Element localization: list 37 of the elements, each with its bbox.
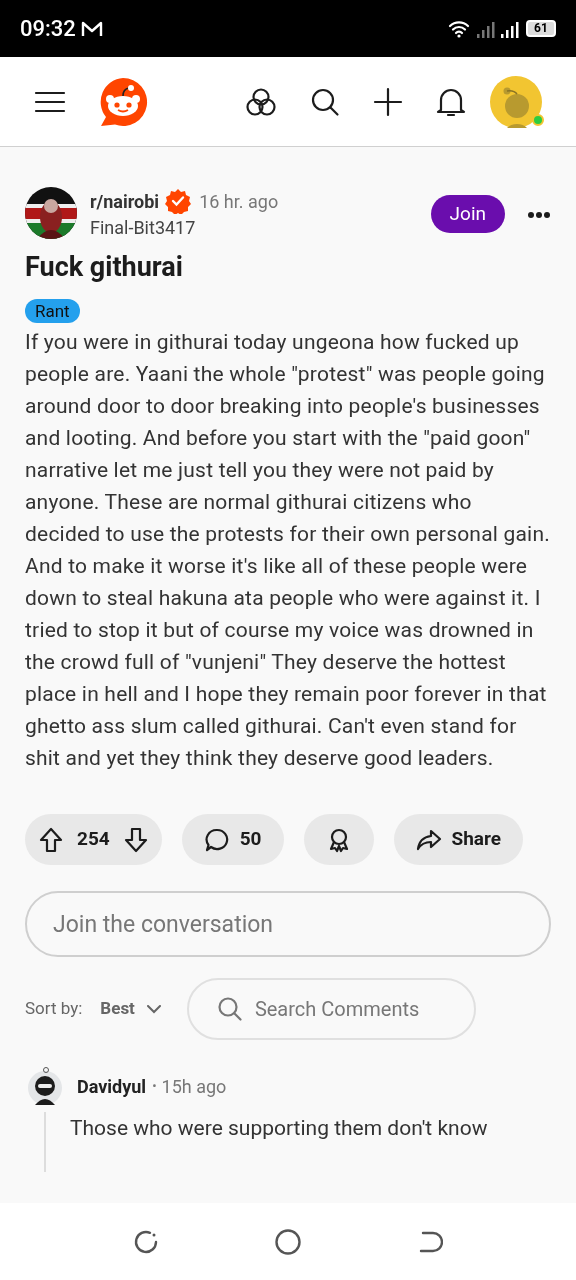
verified-badge-icon: [165, 188, 192, 214]
comment-time: 15h ago: [161, 1074, 227, 1099]
separator-dot: •: [152, 1077, 157, 1096]
comment-text: Those who were supporting them don't know: [70, 1115, 488, 1142]
comment-input-field[interactable]: Join the conversation: [25, 891, 551, 957]
wifi-icon: [448, 19, 470, 38]
more-options-icon[interactable]: [527, 211, 551, 219]
create-icon[interactable]: [373, 86, 403, 117]
share-arrow-icon: [415, 827, 442, 852]
search-comments-field[interactable]: Search Comments: [186, 978, 476, 1040]
flair-tag[interactable]: Rant: [25, 299, 80, 323]
profile-avatar[interactable]: [490, 75, 542, 128]
menu-icon[interactable]: [34, 89, 66, 114]
share-button[interactable]: Share: [393, 814, 524, 865]
sort-dropdown[interactable]: Best: [100, 996, 161, 1022]
post-title: Fuck githurai: [25, 250, 184, 285]
battery-indicator: 61: [526, 20, 556, 37]
vote-count: 254: [77, 826, 110, 853]
post-body: If you were in githurai today ungeona how fucked up people are. Yaani the whole "protest" was people going around door to door breaking into people's businesses and looting. And before you start with the "paid goon" narrative let me just tell you they were not paid by anyone. These are normal githurai citizens who decided to use the protests for their own personal gain. And to make it worse it's like all of these people were down to steal hakuna ata people who were against it. I tried to stop it but of course my voice was drowned in the crowd full of "vunjeni" They deserve the hottest place in hell and I hope they remain poor forever in that ghetto ass slum called githurai. Can't even stand for shit and yet they think they deserve good leaders.: [25, 329, 551, 772]
award-button[interactable]: [303, 814, 374, 865]
author-name[interactable]: Final-Bit3417: [90, 215, 279, 241]
subreddit-name[interactable]: r/nairobi: [90, 187, 160, 215]
comment-author[interactable]: Davidyul: [77, 1072, 147, 1100]
sort-label: Sort by:: [25, 997, 83, 1021]
chevron-down-icon: [146, 1004, 161, 1014]
recent-apps-icon[interactable]: [133, 1228, 159, 1255]
post-time: 16 hr. ago: [199, 189, 279, 214]
downvote-icon[interactable]: [123, 826, 148, 853]
comments-button[interactable]: 50: [181, 814, 284, 865]
home-icon[interactable]: [274, 1227, 302, 1256]
speech-bubble-icon: [203, 826, 230, 853]
upvote-icon[interactable]: [39, 826, 63, 853]
join-button[interactable]: Join: [430, 195, 505, 233]
clock-time: 09:32: [20, 15, 76, 43]
search-icon: [216, 996, 243, 1022]
communities-icon[interactable]: [245, 85, 277, 118]
commenter-avatar[interactable]: [25, 1066, 65, 1106]
